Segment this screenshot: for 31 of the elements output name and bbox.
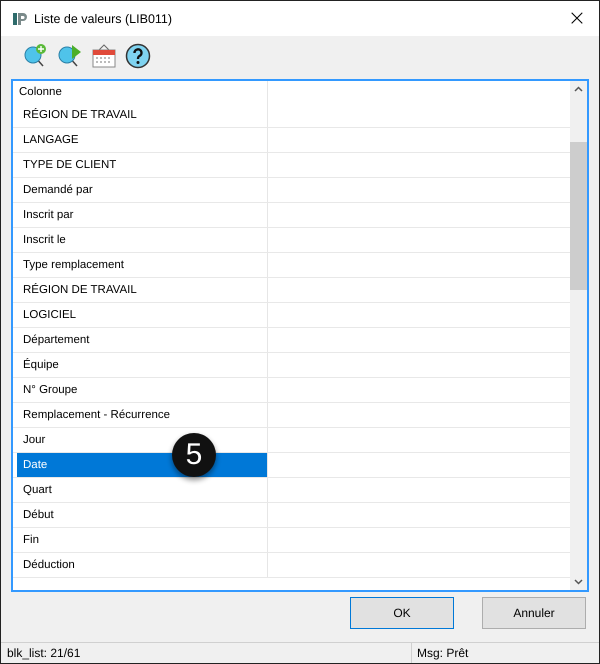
list-item[interactable]: Quart bbox=[17, 478, 268, 502]
list-item[interactable]: LOGICIEL bbox=[17, 303, 268, 327]
dialog-button[interactable]: OK bbox=[350, 597, 454, 629]
list-item[interactable]: RÉGION DE TRAVAIL bbox=[17, 103, 268, 127]
list-item[interactable]: Type remplacement bbox=[17, 253, 268, 277]
calendar-icon[interactable] bbox=[91, 43, 117, 69]
list-item[interactable]: Inscrit le bbox=[17, 228, 268, 252]
dialog-button[interactable]: Annuler bbox=[482, 597, 586, 629]
search-arrow-icon[interactable] bbox=[57, 43, 83, 69]
list-item[interactable]: Remplacement - Récurrence bbox=[17, 403, 268, 427]
column-header: Colonne bbox=[13, 81, 268, 103]
scroll-thumb[interactable] bbox=[570, 142, 587, 290]
app-logo-icon bbox=[12, 10, 28, 26]
list-item[interactable]: TYPE DE CLIENT bbox=[17, 153, 268, 177]
list-item[interactable]: RÉGION DE TRAVAIL bbox=[17, 278, 268, 302]
record-counter: blk_list: 21/61 bbox=[1, 643, 412, 663]
list-item[interactable]: Déduction bbox=[17, 553, 268, 577]
close-button[interactable]: × bbox=[555, 1, 599, 36]
step-number-tooltip: 5 bbox=[172, 433, 216, 477]
list-item[interactable]: Fin bbox=[17, 528, 268, 552]
window-title: Liste de valeurs (LIB011) bbox=[34, 12, 174, 26]
status-message: Msg: Prêt bbox=[416, 646, 468, 660]
help-icon[interactable] bbox=[125, 43, 151, 69]
list-item[interactable]: LANGAGE bbox=[17, 128, 268, 152]
list-item[interactable]: Demandé par bbox=[17, 178, 268, 202]
list-item[interactable]: Inscrit par bbox=[17, 203, 268, 227]
list-item[interactable]: N° Groupe bbox=[17, 378, 268, 402]
list-item[interactable]: Début bbox=[17, 503, 268, 527]
list-item[interactable]: Équipe bbox=[17, 353, 268, 377]
list-item[interactable]: Département bbox=[17, 328, 268, 352]
search-add-icon[interactable] bbox=[23, 43, 49, 69]
